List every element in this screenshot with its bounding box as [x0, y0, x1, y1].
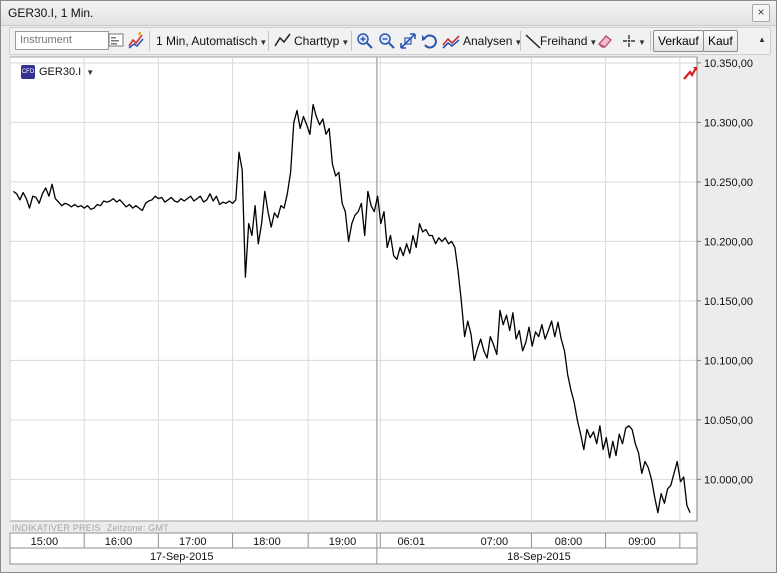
x-tick-label: 07:00 — [481, 536, 509, 548]
fit-chart-icon[interactable] — [399, 32, 417, 50]
zoom-in-icon[interactable] — [356, 32, 374, 50]
toolbar: 1 Min, Automatisch▼ Charttyp▼ Analysen▼ — [9, 27, 771, 55]
y-tick-label: 10.250,00 — [704, 177, 753, 189]
toolbar-separator — [268, 31, 269, 51]
date-label: 18-Sep-2015 — [507, 551, 571, 563]
price-chart[interactable]: 10.350,00 10.300,00 10.250,00 10.200,00 10.1… — [9, 56, 769, 567]
freihand-label: Freihand — [540, 34, 588, 48]
x-tick-label: 15:00 — [31, 536, 59, 548]
line-chart-icon[interactable] — [274, 32, 292, 50]
x-tick-label: 18:00 — [253, 536, 281, 548]
toolbar-separator — [650, 31, 651, 51]
caret-down-icon: ▼ — [86, 67, 95, 77]
x-tick-label: 06:01 — [397, 536, 425, 548]
chart-window: GER30.I, 1 Min. × 1 Min, Automatisch▼ Ch… — [0, 0, 777, 573]
compare-instrument-icon[interactable] — [127, 32, 145, 50]
y-tick-label: 10.300,00 — [704, 117, 753, 129]
caret-down-icon: ▼ — [638, 38, 646, 47]
sell-button[interactable]: Verkauf — [653, 30, 704, 52]
y-tick-label: 10.350,00 — [704, 58, 753, 70]
analysis-icon[interactable] — [442, 32, 460, 50]
toolbar-separator — [520, 31, 521, 51]
x-tick-label: 16:00 — [105, 536, 133, 548]
cfd-icon: CFD — [21, 65, 35, 79]
undo-icon[interactable] — [421, 32, 439, 50]
analysen-menu[interactable]: Analysen ▼ — [463, 28, 522, 54]
instrument-name: GER30.I — [39, 65, 82, 78]
timezone-label: Zeitzone: GMT — [106, 523, 169, 533]
y-tick-label: 10.100,00 — [704, 355, 753, 367]
x-tick-label: 09:00 — [628, 536, 656, 548]
charttype-label: Charttyp — [294, 34, 340, 48]
price-disclaimer: INDIKATIVER PREIS Zeitzone: GMT — [12, 523, 169, 533]
y-tick-label: 10.050,00 — [704, 415, 753, 427]
caret-down-icon: ▼ — [259, 38, 268, 47]
analysen-label: Analysen — [463, 34, 513, 48]
toolbar-separator — [149, 31, 150, 51]
y-tick-label: 10.000,00 — [704, 474, 753, 486]
toolbar-scroll-up-icon[interactable]: ▲ — [758, 30, 768, 50]
x-tick-label: 19:00 — [329, 536, 357, 548]
mode-label: Automatisch — [191, 34, 258, 48]
x-tick-label: 08:00 — [555, 536, 583, 548]
freihand-menu[interactable]: Freihand ▼ — [540, 28, 597, 54]
instrument-list-icon[interactable] — [108, 32, 126, 50]
buy-button[interactable]: Kauf — [703, 30, 738, 52]
eraser-icon[interactable] — [596, 32, 614, 50]
chart-area: 10.350,00 10.300,00 10.250,00 10.200,00 10.1… — [9, 56, 769, 567]
interval-selector[interactable]: 1 Min, Automatisch ▼ — [156, 28, 267, 54]
indicative-price-label: INDIKATIVER PREIS — [12, 523, 101, 533]
charttype-menu[interactable]: Charttyp ▼ — [294, 28, 349, 54]
instrument-selector[interactable]: CFD GER30.I ▼ — [21, 65, 94, 79]
y-tick-label: 10.200,00 — [704, 236, 753, 248]
caret-down-icon: ▼ — [514, 38, 523, 47]
toolbar-separator — [351, 31, 352, 51]
crosshair-dropdown[interactable]: ▼ — [636, 28, 646, 54]
plot-background — [9, 56, 698, 522]
window-title: GER30.I, 1 Min. — [8, 6, 94, 20]
title-bar: GER30.I, 1 Min. × — [1, 1, 776, 26]
x-tick-label: 17:00 — [179, 536, 207, 548]
close-button[interactable]: × — [752, 4, 770, 22]
zoom-out-icon[interactable] — [378, 32, 396, 50]
interval-label: 1 Min, — [156, 34, 189, 48]
caret-down-icon: ▼ — [341, 38, 350, 47]
instrument-input[interactable] — [15, 31, 109, 50]
y-tick-label: 10.150,00 — [704, 296, 753, 308]
date-label: 17-Sep-2015 — [150, 551, 214, 563]
